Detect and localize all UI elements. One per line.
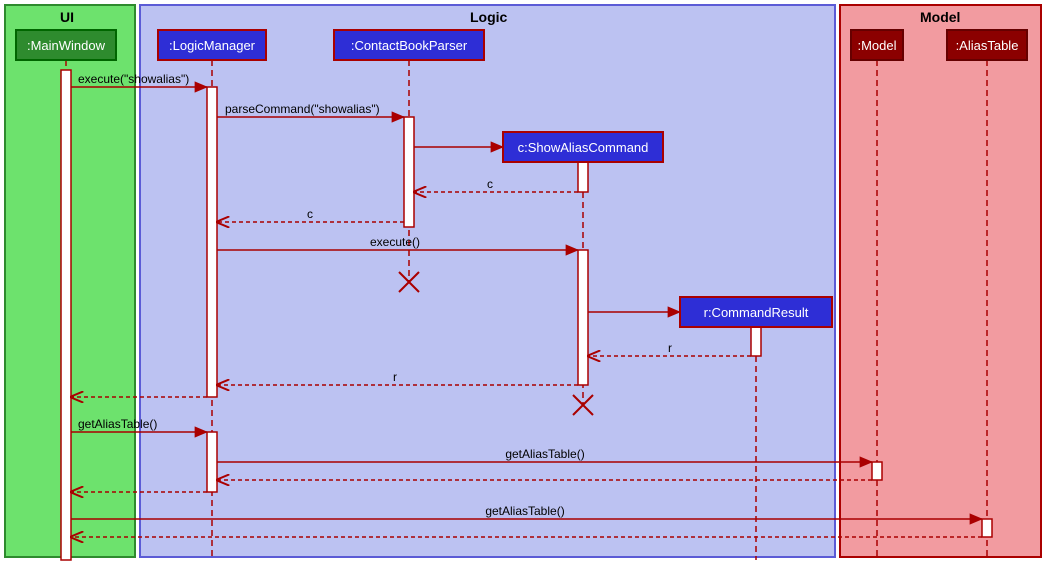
activation-logicmanager-2 xyxy=(207,432,217,492)
activation-showaliascommand-1 xyxy=(578,162,588,192)
activation-contactbookparser xyxy=(404,117,414,227)
message-getalias-3-label: getAliasTable() xyxy=(485,504,564,518)
participant-contactbookparser-label: :ContactBookParser xyxy=(351,38,468,53)
activation-aliastable xyxy=(982,519,992,537)
message-return-r-to-cmd-label: r xyxy=(668,341,672,355)
message-execute-empty-label: execute() xyxy=(370,235,420,249)
participant-logicmanager-label: :LogicManager xyxy=(169,38,256,53)
message-return-r-to-logic-label: r xyxy=(393,370,397,384)
participant-commandresult-label: r:CommandResult xyxy=(704,305,809,320)
message-getalias-1-label: getAliasTable() xyxy=(78,417,157,431)
activation-showaliascommand-2 xyxy=(578,250,588,385)
region-model-label: Model xyxy=(920,9,960,25)
sequence-diagram: UI Logic Model :MainWindow :LogicManager… xyxy=(0,0,1046,562)
region-logic xyxy=(140,5,835,557)
region-logic-label: Logic xyxy=(470,9,508,25)
region-ui-label: UI xyxy=(60,9,74,25)
participant-showaliascommand-label: c:ShowAliasCommand xyxy=(518,140,649,155)
activation-logicmanager-1 xyxy=(207,87,217,397)
participant-model-label: :Model xyxy=(857,38,896,53)
participant-mainwindow-label: :MainWindow xyxy=(27,38,106,53)
activation-mainwindow xyxy=(61,70,71,560)
activation-commandresult xyxy=(751,326,761,356)
activation-model xyxy=(872,462,882,480)
message-getalias-2-label: getAliasTable() xyxy=(505,447,584,461)
message-execute-showalias-label: execute("showalias") xyxy=(78,72,189,86)
message-parsecommand-label: parseCommand("showalias") xyxy=(225,102,380,116)
message-return-c-to-logic-label: c xyxy=(307,207,313,221)
participant-aliastable-label: :AliasTable xyxy=(956,38,1019,53)
region-model xyxy=(840,5,1041,557)
message-return-c-to-parser-label: c xyxy=(487,177,493,191)
